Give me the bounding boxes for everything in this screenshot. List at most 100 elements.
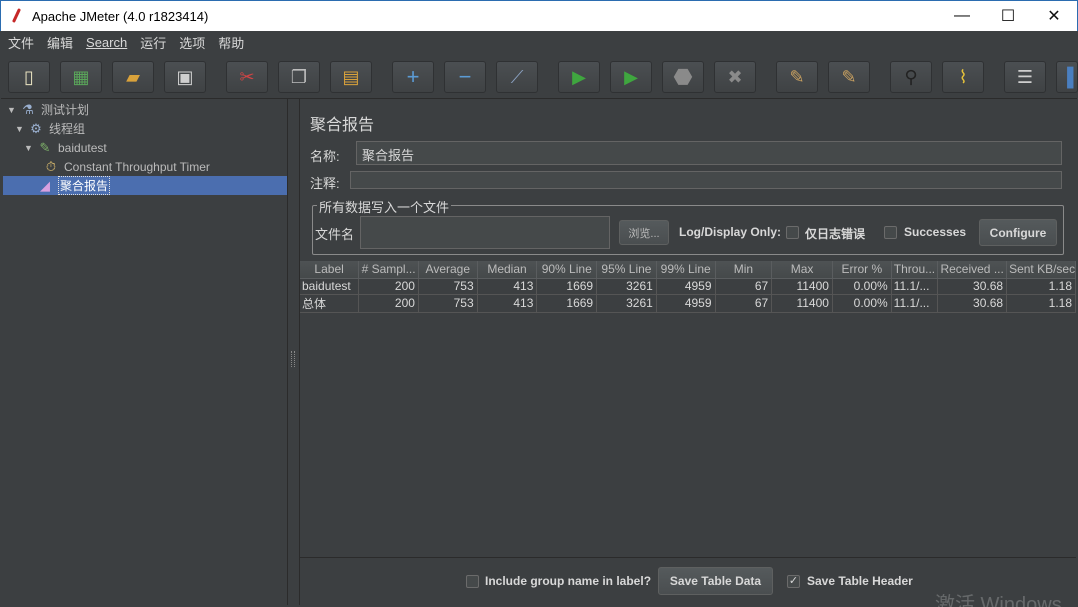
column-header[interactable]: Error % <box>832 261 892 279</box>
tree-label-sampler: baidutest <box>58 140 107 155</box>
table-cell: baidutest <box>300 278 360 295</box>
save-table-data-button[interactable]: Save Table Data <box>658 567 773 595</box>
column-header[interactable]: Label <box>300 261 360 279</box>
start-button[interactable]: ▶ <box>558 61 600 93</box>
table-row[interactable]: baidutest 200 753 413 1669 3261 4959 67 … <box>300 278 1076 295</box>
table-cell: 4959 <box>656 294 716 313</box>
menu-help[interactable]: 帮助 <box>211 33 250 52</box>
tree-node-aggregate-report[interactable]: ◢ 聚合报告 <box>3 176 287 195</box>
table-cell: 30.68 <box>937 294 1008 313</box>
table-cell: 3261 <box>596 294 657 313</box>
browse-button[interactable]: 浏览... <box>619 220 669 245</box>
errors-only-checkbox[interactable] <box>786 226 799 239</box>
expand-all-button[interactable]: + <box>392 61 434 93</box>
shutdown-button[interactable]: ✖ <box>714 61 756 93</box>
comment-field[interactable] <box>350 171 1062 189</box>
table-cell: 0.00% <box>832 294 892 313</box>
table-cell: 67 <box>715 294 773 313</box>
clear-icon: ✎ <box>789 67 805 87</box>
collapse-all-button[interactable]: − <box>444 61 486 93</box>
column-header[interactable]: Received ... <box>937 261 1008 279</box>
start-no-pauses-button[interactable]: ▶ <box>610 61 652 93</box>
toggle-icon: ⟋ <box>510 67 524 87</box>
tree-node-timer[interactable]: ⏱ Constant Throughput Timer <box>43 157 210 176</box>
templates-icon: ▦ <box>72 67 90 87</box>
tree-label-aggregate-report: 聚合报告 <box>58 176 111 195</box>
start-no-pause-icon: ▶ <box>624 67 638 87</box>
panel-splitter[interactable] <box>288 99 298 605</box>
menu-file[interactable]: 文件 <box>1 33 40 52</box>
column-header[interactable]: Median <box>477 261 538 279</box>
pipette-icon: ✎ <box>39 139 51 155</box>
name-field[interactable]: 聚合报告 <box>356 141 1062 165</box>
errors-only-label: 仅日志错误 <box>805 227 866 241</box>
function-helper-button[interactable]: ☰ <box>1004 61 1046 93</box>
tree-label-thread-group: 线程组 <box>49 122 86 136</box>
column-header[interactable]: 95% Line <box>596 261 657 279</box>
expand-arrow-icon[interactable]: ▼ <box>15 124 25 134</box>
table-cell: 753 <box>418 278 478 295</box>
table-cell: 413 <box>477 294 538 313</box>
toggle-button[interactable]: ⟋ <box>496 61 538 93</box>
copy-button[interactable]: ❐ <box>278 61 320 93</box>
aggregate-table: Label # Sampl... Average Median 90% Line… <box>300 261 1076 557</box>
paste-button[interactable]: ▤ <box>330 61 372 93</box>
reset-search-button[interactable]: ⌇ <box>942 61 984 93</box>
clear-button[interactable]: ✎ <box>776 61 818 93</box>
column-header[interactable]: Min <box>715 261 773 279</box>
configure-button[interactable]: Configure <box>979 219 1057 246</box>
include-group-checkbox[interactable] <box>466 575 479 588</box>
table-cell: 11400 <box>771 278 833 295</box>
menu-edit[interactable]: 编辑 <box>40 33 79 52</box>
name-label: 名称: <box>310 149 340 164</box>
tree-node-thread-group[interactable]: ▼ ⚙ 线程组 <box>15 119 85 138</box>
flask-icon: ⚗ <box>22 101 34 117</box>
menu-options[interactable]: 选项 <box>172 33 211 52</box>
expand-arrow-icon[interactable]: ▼ <box>7 105 17 115</box>
menu-search[interactable]: Search <box>79 35 133 50</box>
expand-icon: + <box>406 64 420 89</box>
search-icon: ⚲ <box>904 67 918 87</box>
new-icon: ▯ <box>24 67 34 87</box>
save-button[interactable]: ▣ <box>164 61 206 93</box>
column-header[interactable]: Sent KB/sec <box>1006 261 1076 279</box>
successes-checkbox[interactable] <box>884 226 897 239</box>
maximize-button[interactable]: ☐ <box>985 1 1031 31</box>
help-button[interactable]: ▐ <box>1056 61 1078 93</box>
column-header[interactable]: # Sampl... <box>358 261 419 279</box>
shutdown-icon: ✖ <box>727 67 743 87</box>
tree-node-sampler[interactable]: ▼ ✎ baidutest <box>24 138 107 157</box>
menu-run[interactable]: 运行 <box>133 33 172 52</box>
stopwatch-icon: ⏱ <box>45 158 57 174</box>
table-cell: 1669 <box>536 278 598 295</box>
column-header[interactable]: Throu... <box>891 261 939 279</box>
save-table-header-checkbox[interactable]: ✓ <box>787 575 800 588</box>
column-header[interactable]: Average <box>418 261 478 279</box>
expand-arrow-icon[interactable]: ▼ <box>24 143 34 153</box>
table-cell: 0.00% <box>832 278 892 295</box>
new-button[interactable]: ▯ <box>8 61 50 93</box>
table-cell: 67 <box>715 278 773 295</box>
table-cell: 11.1/... <box>891 278 939 295</box>
table-cell: 1669 <box>536 294 598 313</box>
open-icon: ▰ <box>126 67 140 87</box>
cut-button[interactable]: ✂ <box>226 61 268 93</box>
open-button[interactable]: ▰ <box>112 61 154 93</box>
column-header[interactable]: 90% Line <box>536 261 598 279</box>
clear-all-button[interactable]: ✎ <box>828 61 870 93</box>
stop-button[interactable]: ⬣ <box>662 61 704 93</box>
minimize-button[interactable]: — <box>939 1 985 31</box>
table-cell: 1.18 <box>1006 294 1076 313</box>
table-row[interactable]: 总体 200 753 413 1669 3261 4959 67 11400 0… <box>300 294 1076 313</box>
column-header[interactable]: 99% Line <box>656 261 716 279</box>
filename-input[interactable] <box>360 216 610 249</box>
close-button[interactable]: ✕ <box>1031 1 1077 31</box>
tree-label-timer: Constant Throughput Timer <box>64 159 210 174</box>
tree-node-test-plan[interactable]: ▼ ⚗ 测试计划 <box>7 100 89 119</box>
templates-button[interactable]: ▦ <box>60 61 102 93</box>
checkmark-icon: ✓ <box>788 575 799 587</box>
search-button[interactable]: ⚲ <box>890 61 932 93</box>
column-header[interactable]: Max <box>771 261 833 279</box>
test-plan-tree: ▼ ⚗ 测试计划 ▼ ⚙ 线程组 ▼ ✎ baidutest ⏱ Constan… <box>1 99 288 605</box>
splitter-grip[interactable] <box>291 351 295 367</box>
